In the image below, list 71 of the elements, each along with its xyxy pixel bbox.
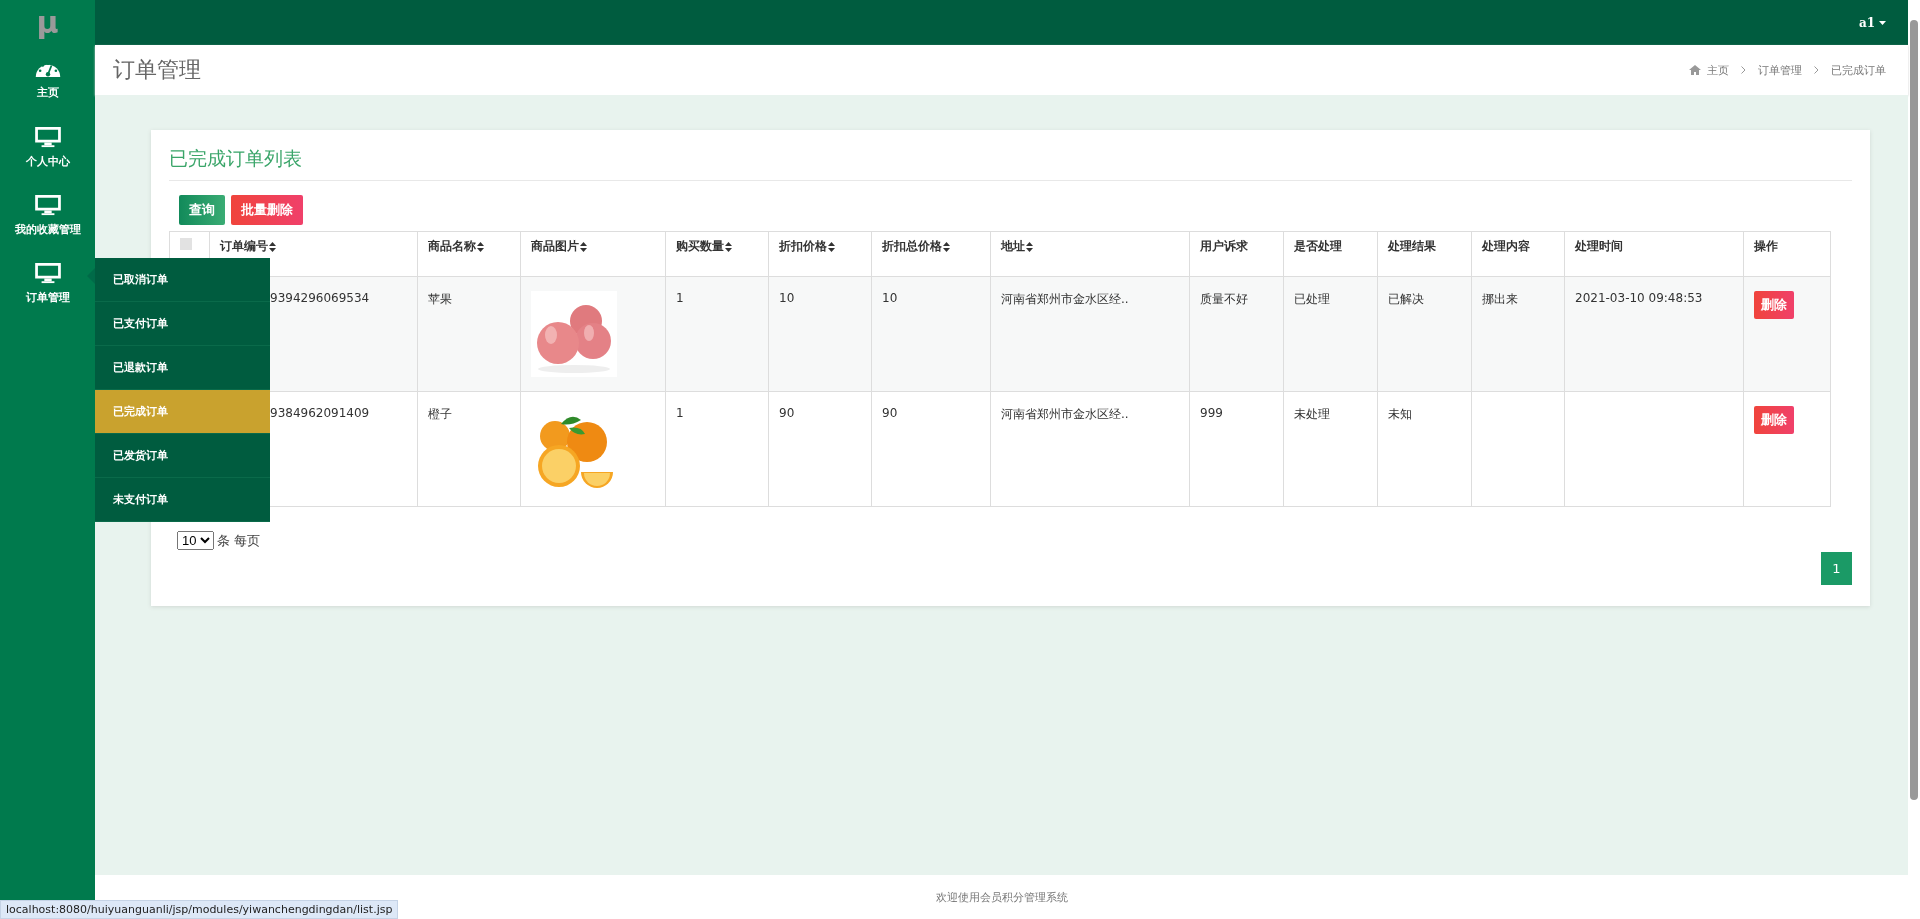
caret-icon — [1879, 20, 1886, 25]
table-cell: 已处理 — [1294, 292, 1330, 306]
table-cell: 10 — [779, 291, 795, 305]
sidebar-item[interactable]: 我的收藏管理 — [0, 181, 95, 249]
sort-icon — [477, 241, 484, 252]
sort-icon — [725, 241, 732, 252]
submenu-item[interactable]: 已发货订单 — [95, 434, 270, 478]
query-button[interactable]: 查询 — [179, 195, 225, 225]
monitor-icon — [33, 193, 62, 216]
column-header[interactable]: 用户诉求 — [1200, 238, 1248, 255]
batch-delete-button[interactable]: 批量删除 — [231, 195, 303, 225]
submenu-item[interactable]: 已取消订单 — [95, 258, 270, 302]
column-header[interactable]: 处理结果 — [1388, 238, 1436, 255]
sort-icon — [1026, 241, 1033, 252]
submenu-item[interactable]: 已支付订单 — [95, 302, 270, 346]
sidebar-item[interactable]: 主页 — [0, 45, 95, 113]
table-cell: 苹果 — [428, 292, 452, 306]
scrollbar[interactable] — [1910, 20, 1918, 800]
column-header[interactable]: 商品名称 — [428, 238, 484, 255]
breadcrumb-link[interactable]: 主页 — [1707, 62, 1729, 78]
table-cell: 90 — [882, 406, 898, 420]
table-cell: 已解决 — [1388, 292, 1424, 306]
page-button[interactable]: 1 — [1821, 552, 1852, 585]
column-header[interactable]: 处理内容 — [1482, 238, 1530, 255]
sidebar-item[interactable]: 个人中心 — [0, 113, 95, 181]
monitor-icon — [33, 125, 62, 148]
table-cell: 1 — [676, 291, 684, 305]
page-size-select[interactable]: 10 — [177, 531, 214, 550]
column-header[interactable]: 操作 — [1754, 238, 1778, 255]
column-header[interactable]: 折扣价格 — [779, 238, 835, 255]
table-cell: 河南省郑州市金水区经.. — [1001, 407, 1129, 421]
table-cell: 90 — [779, 406, 795, 420]
table-cell: 999 — [1200, 406, 1223, 420]
page-title: 订单管理 — [113, 56, 201, 84]
table-cell: 1 — [676, 406, 684, 420]
table-cell: 未处理 — [1294, 407, 1330, 421]
column-header[interactable]: 商品图片 — [531, 238, 587, 255]
column-header[interactable]: 购买数量 — [676, 238, 732, 255]
breadcrumb-link[interactable]: 已完成订单 — [1831, 62, 1886, 78]
table-cell: 9394296069534 — [270, 291, 370, 305]
table-cell: 2021-03-10 09:48:53 — [1575, 291, 1703, 305]
card-title: 已完成订单列表 — [169, 146, 1852, 181]
home-icon — [1689, 65, 1701, 75]
breadcrumb-link[interactable]: 订单管理 — [1758, 62, 1802, 78]
monitor-icon — [33, 261, 62, 284]
sort-icon — [269, 241, 276, 252]
status-url: localhost:8080/huiyuanguanli/jsp/modules/yiwanchengdingdan/list.jsp — [0, 900, 399, 919]
chevron-icon — [1814, 66, 1819, 74]
sidebar-item[interactable]: 订单管理 — [0, 249, 95, 317]
table-cell: 9384962091409 — [270, 406, 370, 420]
sort-icon — [580, 241, 587, 252]
table-cell: 未知 — [1388, 407, 1412, 421]
sort-icon — [943, 241, 950, 252]
column-header[interactable]: 是否处理 — [1294, 238, 1342, 255]
sort-icon — [828, 241, 835, 252]
chevron-icon — [1741, 66, 1746, 74]
table-cell: 质量不好 — [1200, 292, 1248, 306]
table-cell: 河南省郑州市金水区经.. — [1001, 292, 1129, 306]
user-menu[interactable]: a1 — [1858, 15, 1886, 30]
table-cell: 橙子 — [428, 407, 452, 421]
column-header[interactable]: 处理时间 — [1575, 238, 1623, 255]
footer-text: 欢迎使用会员积分管理系统 — [935, 889, 1068, 905]
checkbox[interactable] — [180, 238, 192, 250]
table-cell: 挪出来 — [1482, 292, 1518, 306]
delete-button[interactable]: 删除 — [1754, 291, 1794, 319]
page-size-label: 条 每页 — [217, 531, 261, 550]
delete-button[interactable]: 删除 — [1754, 406, 1794, 434]
submenu-item[interactable]: 未支付订单 — [95, 478, 270, 522]
column-header[interactable]: 订单编号 — [220, 238, 276, 255]
column-header[interactable]: 地址 — [1001, 238, 1033, 255]
table-cell: 10 — [882, 291, 898, 305]
